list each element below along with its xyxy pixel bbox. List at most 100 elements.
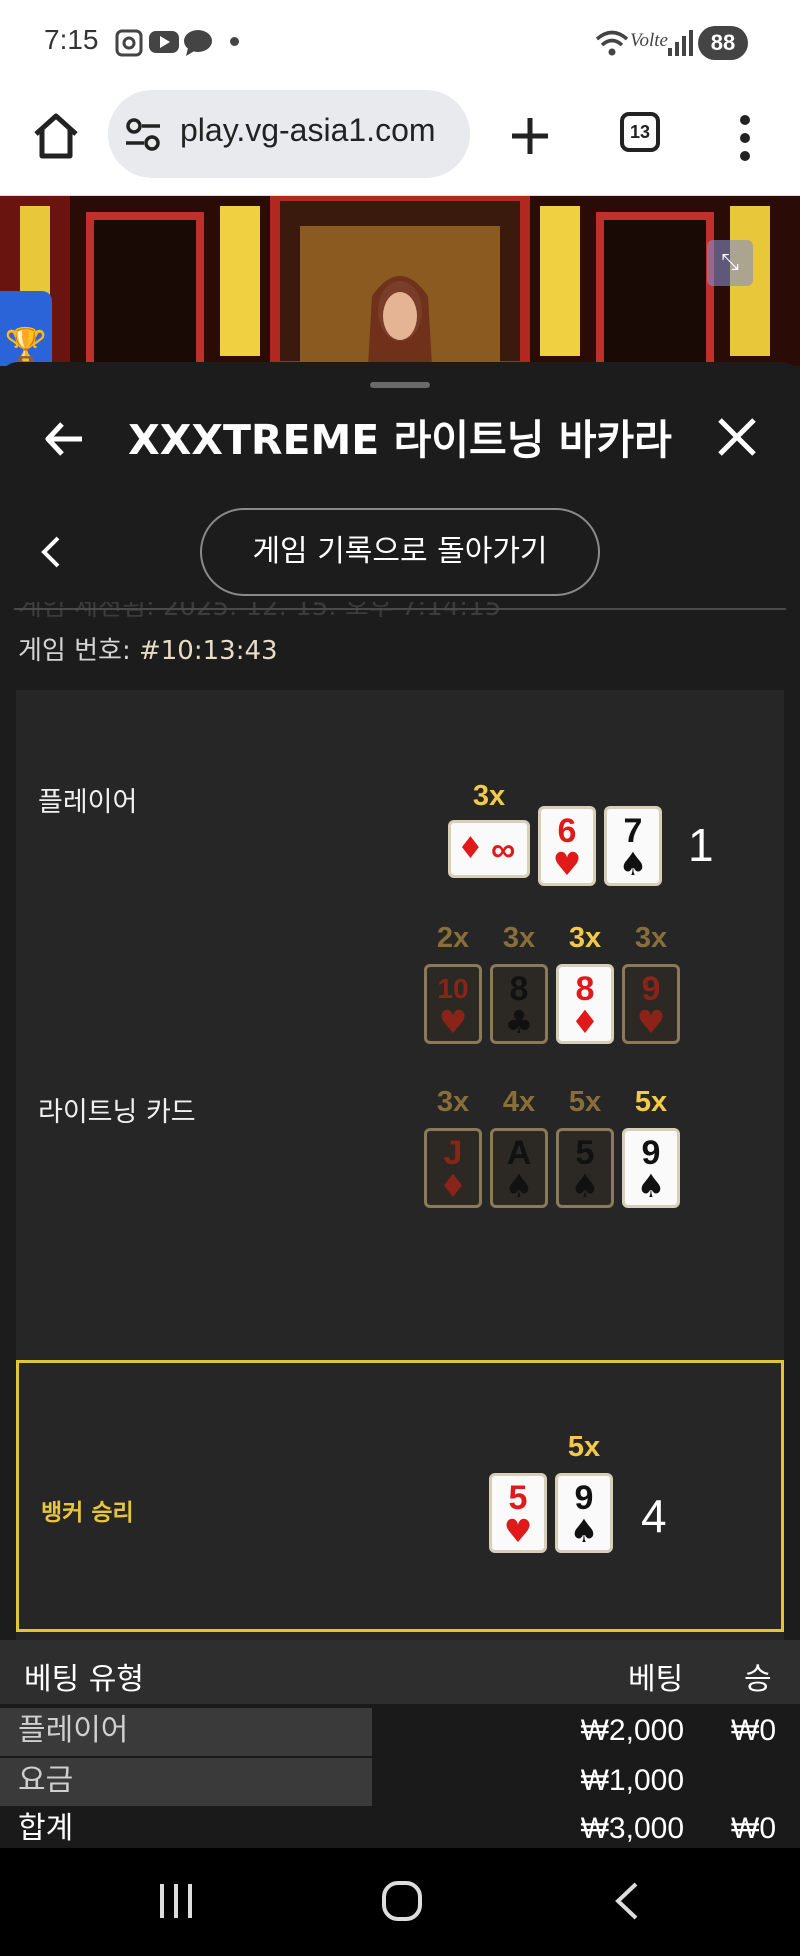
card-suit: ♥	[503, 1512, 533, 1550]
player-card-3: 7 ♠	[604, 806, 662, 886]
row-bet: ₩1,000	[580, 1764, 684, 1797]
header-win: 승	[744, 1662, 772, 1697]
lightning-card: 5 ♠	[556, 1128, 614, 1208]
banker-win-label: 뱅커 승리	[41, 1500, 134, 1526]
card-suit: ♦	[438, 1167, 468, 1205]
card-rank: 10	[437, 973, 469, 1004]
row-type: 요금	[0, 1758, 372, 1806]
back-to-history-button[interactable]: 게임 기록으로 돌아가기	[200, 508, 600, 596]
player-hand-panel: 플레이어 3x ♦ ∞ 6 ♥ 7 ♠ 1	[16, 690, 784, 892]
lightning-multiplier: 3x	[568, 922, 602, 954]
game-number: 게임 번호: #10:13:43	[18, 630, 278, 667]
messenger-icon	[184, 30, 212, 56]
player-card-2: 6 ♥	[538, 806, 596, 886]
home-nav-icon[interactable]	[380, 1878, 424, 1924]
table-row: 요금 ₩1,000	[0, 1758, 800, 1806]
lightning-label: 라이트닝 카드	[38, 1097, 196, 1128]
sheet-drag-handle[interactable]	[370, 382, 430, 388]
card-suit: ♣	[504, 1003, 534, 1041]
table-header: 베팅 유형 베팅 승	[0, 1640, 800, 1704]
game-history-sheet: XXXTREME 라이트닝 바카라 게임 기록으로 돌아가기 게임 세션됨: 2…	[0, 362, 800, 1848]
banker-multiplier: 5x	[567, 1431, 601, 1463]
card-rank: 6	[557, 812, 577, 850]
table-row-total: 합계 ₩3,000 ₩0	[0, 1806, 800, 1854]
lightning-multiplier: 4x	[502, 1086, 536, 1118]
signal-icon	[668, 30, 693, 56]
header-bet: 베팅	[628, 1662, 684, 1697]
player-label: 플레이어	[38, 787, 138, 818]
banker-win-panel: 뱅커 승리 5x 5 ♥ 9 ♠ 4	[16, 1360, 784, 1632]
card-rank: 9	[574, 1479, 594, 1517]
status-time: 7:15	[44, 24, 99, 55]
address-bar[interactable]: play.vg-asia1.com	[108, 90, 470, 178]
card-rank: 9	[641, 970, 661, 1008]
lightning-card: 8 ♦	[556, 964, 614, 1044]
game-number-value: #10:13:43	[138, 636, 278, 666]
row-type: 합계	[0, 1806, 372, 1854]
lightning-multiplier: 3x	[634, 922, 668, 954]
volte-label: Volte	[630, 30, 668, 51]
lightning-multiplier: 5x	[568, 1086, 602, 1118]
card-suit: ♥	[438, 1003, 468, 1041]
back-nav-icon[interactable]	[606, 1878, 646, 1924]
card-suit: ♠	[618, 845, 648, 883]
card-suit: ♥	[552, 845, 582, 883]
back-arrow-icon[interactable]	[40, 414, 90, 464]
card-rank: 5	[575, 1134, 595, 1172]
divider	[14, 608, 786, 610]
screenshot-icon	[115, 29, 143, 57]
live-video-area: 🏆 ⤡	[0, 196, 800, 366]
bet-summary-table: 베팅 유형 베팅 승 플레이어 ₩2,000 ₩0 요금 ₩1,000 합계 ₩…	[0, 1640, 800, 1854]
card-suit: ♠	[636, 1167, 666, 1205]
card-rank: 7	[623, 812, 643, 850]
banker-score: 4	[641, 1490, 667, 1542]
browser-toolbar: play.vg-asia1.com 13	[0, 86, 800, 196]
more-menu-icon[interactable]	[735, 108, 755, 168]
lightning-card: 9 ♠	[622, 1128, 680, 1208]
lightning-card: J ♦	[424, 1128, 482, 1208]
card-rank: 9	[641, 1134, 661, 1172]
player-score: 1	[688, 819, 714, 871]
row-bet: ₩2,000	[580, 1714, 684, 1747]
banker-card-2: 9 ♠	[555, 1473, 613, 1553]
lightning-multiplier: 3x	[436, 1086, 470, 1118]
lightning-multiplier: 2x	[436, 922, 470, 954]
site-settings-icon[interactable]	[124, 116, 166, 154]
status-bar: 7:15 Volte 88	[0, 0, 800, 86]
system-nav-bar	[0, 1848, 800, 1956]
card-rank: 8	[575, 970, 595, 1008]
row-win: ₩0	[731, 1714, 776, 1747]
url-text: play.vg-asia1.com	[180, 112, 436, 148]
card-suit: ♥	[636, 1003, 666, 1041]
card-suit: ♠	[569, 1512, 599, 1550]
row-type: 플레이어	[0, 1708, 372, 1756]
banker-card-1: 5 ♥	[489, 1473, 547, 1553]
sheet-title: XXXTREME 라이트닝 바카라	[128, 416, 672, 464]
chevron-left-icon[interactable]	[36, 532, 66, 572]
card-suit: ♦	[457, 831, 484, 866]
player-side-multiplier: 3x	[472, 780, 506, 812]
notification-dot	[230, 37, 239, 46]
trophy-icon[interactable]: 🏆	[0, 291, 52, 366]
card-rank: ∞	[491, 831, 516, 869]
app-root: 7:15 Volte 88 play.vg-asia1.com 13 🏆 ⤡ X…	[0, 0, 800, 1956]
battery-indicator: 88	[698, 26, 748, 60]
tab-count-button[interactable]: 13	[620, 112, 660, 152]
card-suit: ♦	[570, 1003, 600, 1041]
card-rank: J	[443, 1134, 463, 1172]
game-number-label: 게임 번호:	[18, 636, 131, 666]
game-date-line: 게임 세션됨: 2025. 12. 15. 오후 7:14:15	[18, 602, 502, 622]
recent-apps-icon[interactable]	[156, 1878, 196, 1924]
card-rank: 5	[508, 1479, 528, 1517]
player-card-1: ♦ ∞	[448, 820, 530, 878]
card-suit: ♠	[504, 1167, 534, 1205]
close-icon[interactable]	[712, 412, 762, 462]
home-icon[interactable]	[28, 108, 84, 164]
lightning-card: 10 ♥	[424, 964, 482, 1044]
lightning-multiplier: 3x	[502, 922, 536, 954]
collapse-icon[interactable]: ⤡	[707, 240, 753, 286]
new-tab-icon[interactable]	[500, 106, 560, 166]
lightning-card: 9 ♥	[622, 964, 680, 1044]
table-row: 플레이어 ₩2,000 ₩0	[0, 1708, 800, 1756]
row-win: ₩0	[731, 1812, 776, 1845]
